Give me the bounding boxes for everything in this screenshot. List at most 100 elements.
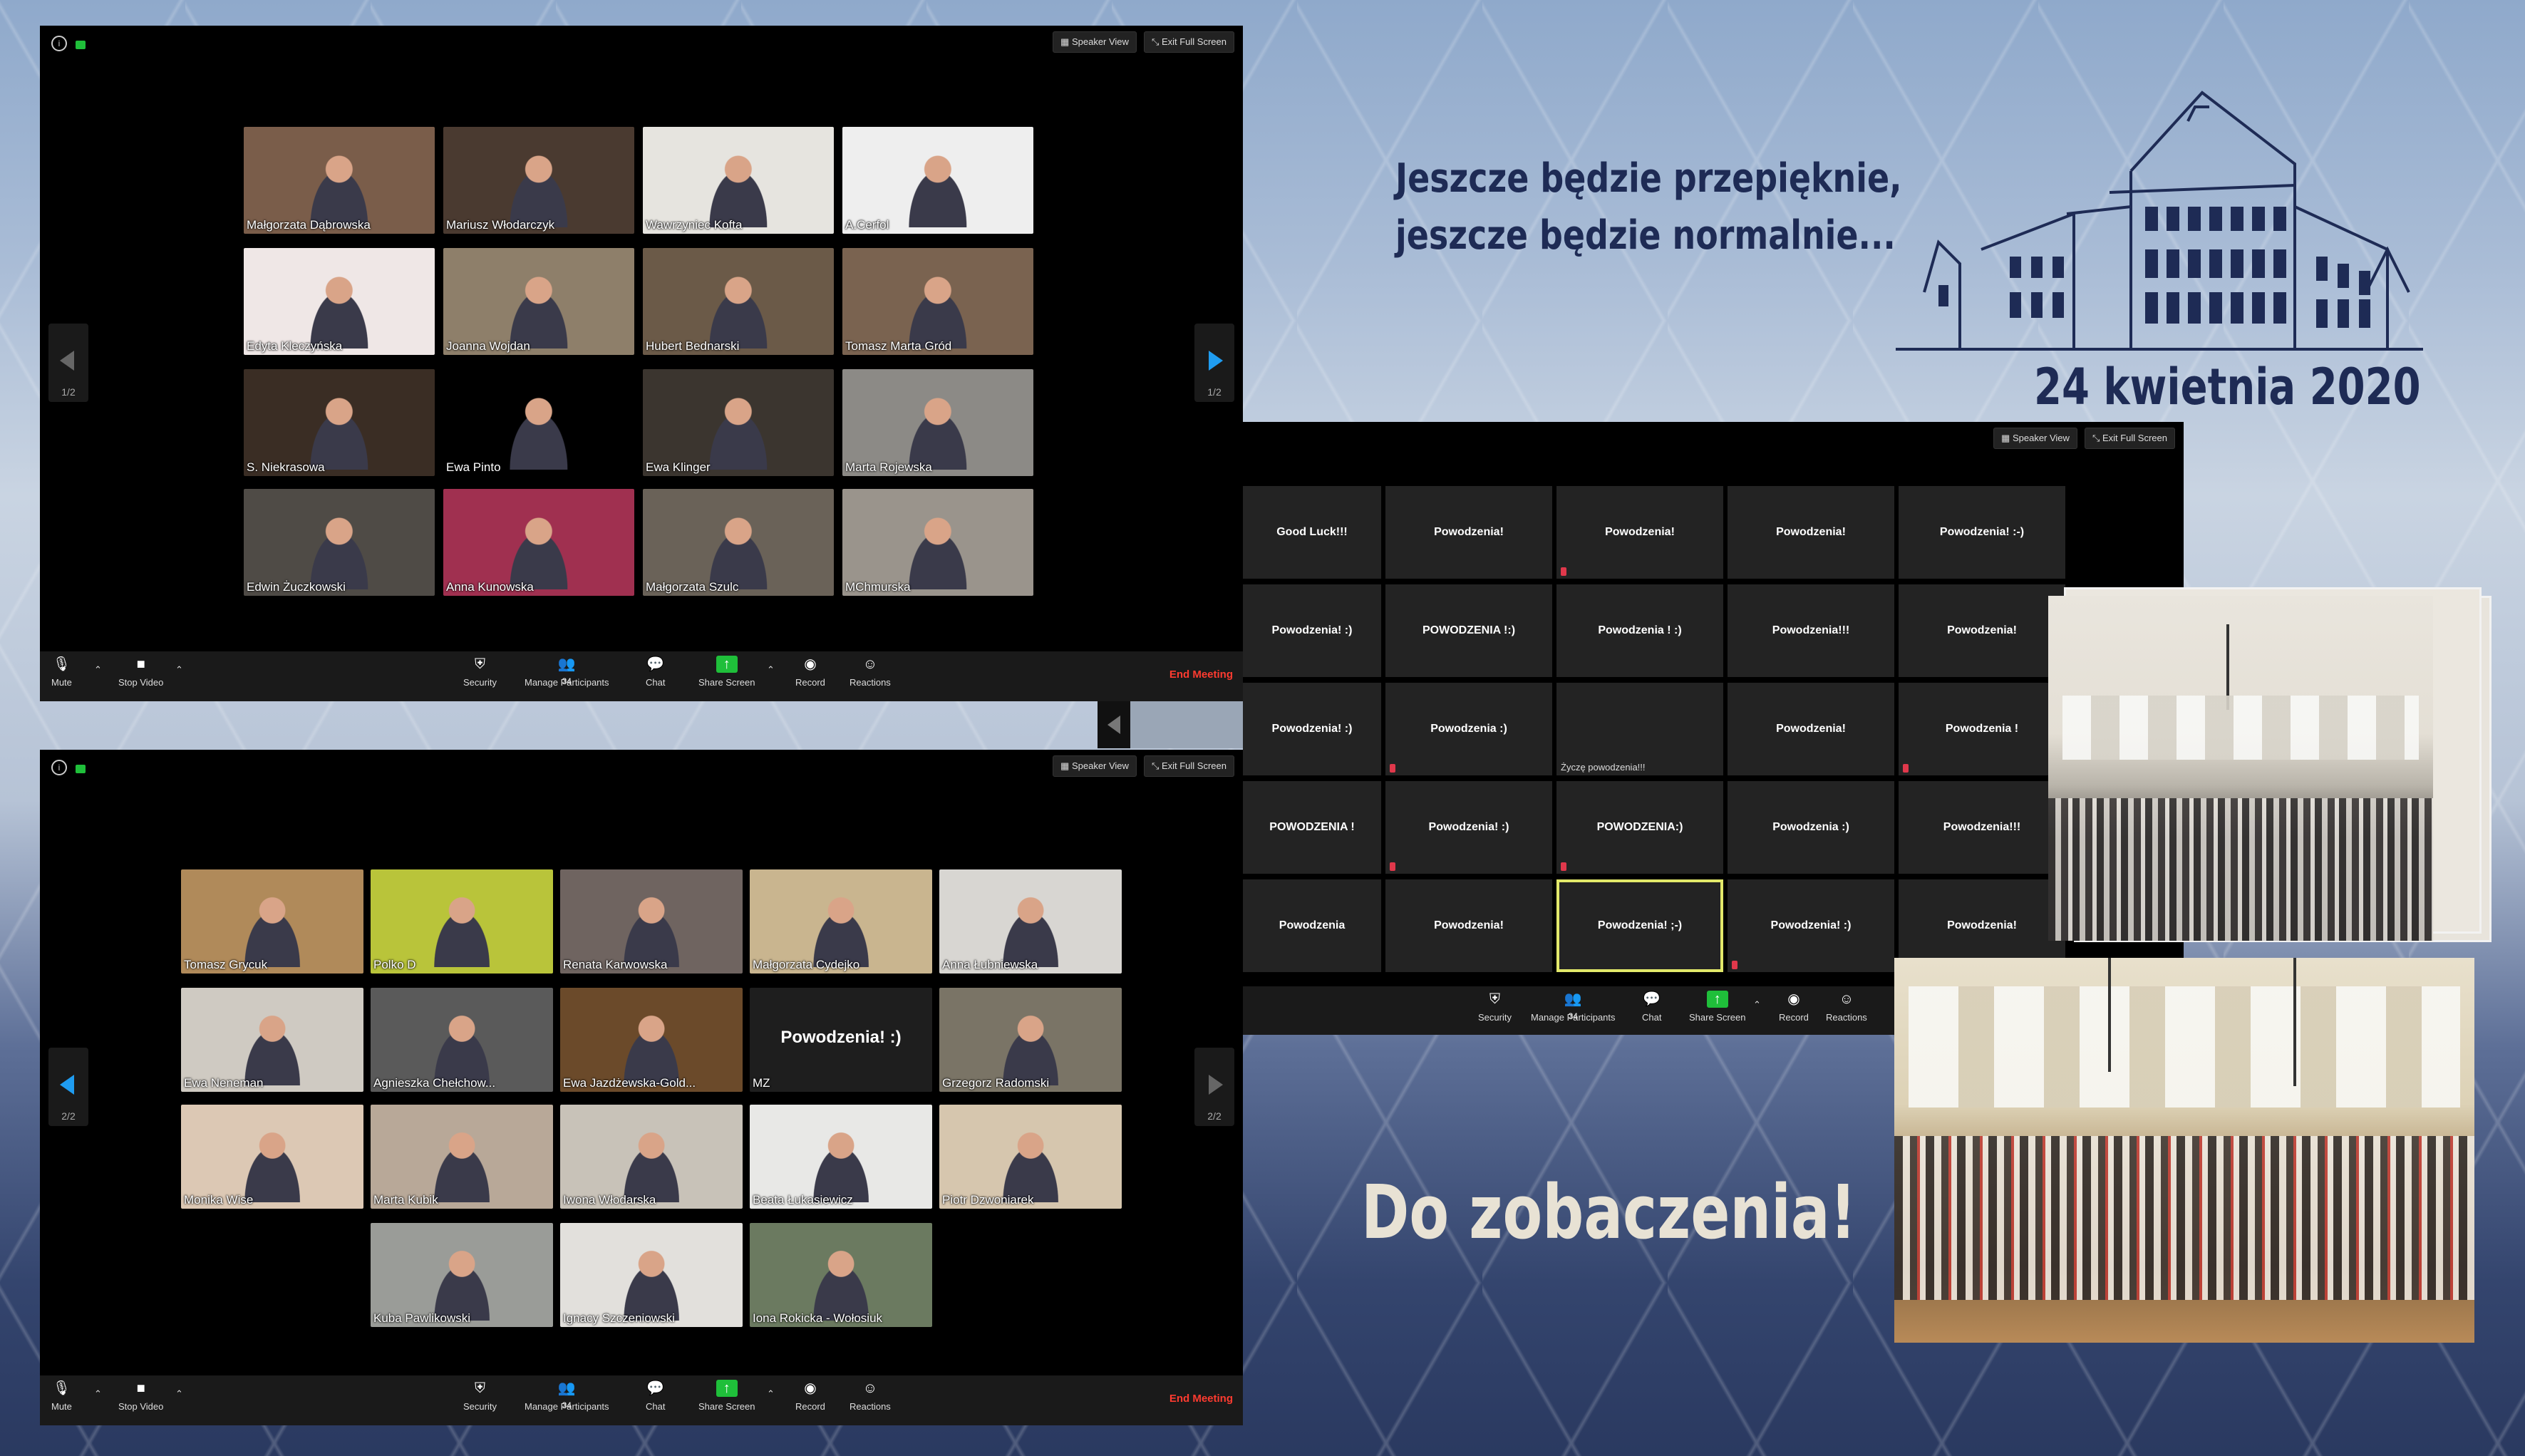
speaker-view-button[interactable]: ▦ Speaker View — [1053, 755, 1137, 777]
message-tile[interactable]: Powodzenia! — [1385, 879, 1552, 972]
reactions-button[interactable]: ☺ Reactions — [850, 1380, 891, 1412]
prev-page-button[interactable]: 2/2 — [48, 1048, 88, 1126]
video-tile[interactable]: Ignacy Szczeniowski — [560, 1223, 743, 1327]
video-tile[interactable]: Agnieszka Chełchow... — [371, 988, 553, 1092]
lock-icon[interactable] — [76, 765, 86, 773]
video-tile[interactable]: Ewa Pinto — [443, 369, 634, 476]
message-tile[interactable]: Powodzenia ! — [1899, 683, 2065, 775]
reactions-button[interactable]: ☺ Reactions — [1826, 991, 1867, 1023]
video-tile[interactable]: Anna Kunowska — [443, 489, 634, 596]
message-tile[interactable]: Życzę powodzenia!!! — [1556, 683, 1723, 775]
video-tile[interactable]: Kuba Pawlikowski — [371, 1223, 553, 1327]
message-tile[interactable]: Powodzenia!!! — [1728, 584, 1894, 677]
message-tile[interactable]: Powodzenia :) — [1728, 781, 1894, 874]
exit-fullscreen-button[interactable]: ⤡ Exit Full Screen — [2084, 428, 2175, 449]
audio-options-caret[interactable]: ⌃ — [94, 1388, 102, 1400]
video-tile[interactable]: S. Niekrasowa — [244, 369, 435, 476]
share-options-caret[interactable]: ⌃ — [767, 664, 775, 676]
stop-video-button[interactable]: ■ Stop Video — [118, 656, 163, 688]
message-tile[interactable]: Powodzenia! — [1728, 683, 1894, 775]
share-screen-button[interactable]: ↑ Share Screen — [1689, 991, 1746, 1023]
reactions-button[interactable]: ☺ Reactions — [850, 656, 891, 688]
video-tile[interactable]: Monika Wise — [181, 1105, 363, 1209]
video-tile[interactable]: Ewa Neneman — [181, 988, 363, 1092]
video-tile[interactable]: Edwin Żuczkowski — [244, 489, 435, 596]
exit-fullscreen-button[interactable]: ⤡ Exit Full Screen — [1143, 31, 1234, 53]
share-options-caret[interactable]: ⌃ — [767, 1388, 775, 1400]
record-button[interactable]: ◉ Record — [1779, 991, 1809, 1023]
video-tile[interactable]: Beata Łukasiewicz — [750, 1105, 932, 1209]
end-meeting-button[interactable]: End Meeting — [1169, 1393, 1233, 1405]
video-tile[interactable]: Grzegorz Radomski — [939, 988, 1122, 1092]
message-tile[interactable]: Powodzenia! :-) — [1899, 486, 2065, 579]
message-tile[interactable]: POWODZENIA ! — [1243, 781, 1381, 874]
message-tile[interactable]: Powodzenia! — [1728, 486, 1894, 579]
message-tile[interactable]: Powodzenia :) — [1385, 683, 1552, 775]
info-icon[interactable]: i — [51, 36, 67, 51]
video-tile[interactable]: Wawrzyniec Kofta — [643, 127, 834, 234]
security-button[interactable]: ⛨ Security — [463, 1380, 497, 1412]
message-tile[interactable]: POWODZENIA !:) — [1385, 584, 1552, 677]
mute-button[interactable]: 🎙 Mute — [51, 656, 72, 688]
speaker-view-button[interactable]: ▦ Speaker View — [1053, 31, 1137, 53]
message-tile[interactable]: Powodzenia! :) — [1728, 879, 1894, 972]
video-tile[interactable]: Ewa Jazdżewska-Gold... — [560, 988, 743, 1092]
stop-video-button[interactable]: ■ Stop Video — [118, 1380, 163, 1412]
next-page-button[interactable]: 2/2 — [1194, 1048, 1234, 1126]
speaker-view-button[interactable]: ▦ Speaker View — [1993, 428, 2077, 449]
video-tile[interactable]: Polko D — [371, 869, 553, 974]
info-icon[interactable]: i — [51, 760, 67, 775]
message-tile[interactable]: Powodzenia! :) — [1385, 781, 1552, 874]
next-page-button[interactable]: 1/2 — [1194, 324, 1234, 402]
share-screen-button[interactable]: ↑ Share Screen — [698, 656, 755, 688]
exit-fullscreen-button[interactable]: ⤡ Exit Full Screen — [1143, 755, 1234, 777]
message-tile[interactable]: Good Luck!!! — [1243, 486, 1381, 579]
message-tile[interactable]: Powodzenia! :) — [1243, 584, 1381, 677]
record-button[interactable]: ◉ Record — [795, 656, 825, 688]
video-tile[interactable]: Powodzenia! :) MZ — [750, 988, 932, 1092]
chat-button[interactable]: 💬 Chat — [646, 656, 665, 688]
collapse-arrow-button[interactable] — [1098, 701, 1130, 748]
message-tile[interactable]: Powodzenia ! :) — [1556, 584, 1723, 677]
video-tile[interactable]: Anna Łubniewska — [939, 869, 1122, 974]
video-tile[interactable]: Tomasz Marta Gród — [842, 248, 1033, 355]
video-tile[interactable]: Marta Rojewska — [842, 369, 1033, 476]
video-tile[interactable]: MChmurska — [842, 489, 1033, 596]
share-options-caret[interactable]: ⌃ — [1753, 999, 1761, 1011]
video-tile[interactable]: Ewa Klinger — [643, 369, 834, 476]
video-options-caret[interactable]: ⌃ — [175, 664, 183, 676]
record-button[interactable]: ◉ Record — [795, 1380, 825, 1412]
message-tile[interactable]: Powodzenia!!! — [1899, 781, 2065, 874]
video-tile[interactable]: Piotr Dzwoniarek — [939, 1105, 1122, 1209]
video-tile[interactable]: Edyta Kleczyńska — [244, 248, 435, 355]
audio-options-caret[interactable]: ⌃ — [94, 664, 102, 676]
video-tile[interactable]: Małgorzata Cydejko — [750, 869, 932, 974]
message-tile[interactable]: Powodzenia! — [1556, 486, 1723, 579]
share-screen-button[interactable]: ↑ Share Screen — [698, 1380, 755, 1412]
video-tile[interactable]: Mariusz Włodarczyk — [443, 127, 634, 234]
video-tile[interactable]: A.Cerfol — [842, 127, 1033, 234]
video-tile[interactable]: Joanna Wojdan — [443, 248, 634, 355]
video-tile[interactable]: Iona Rokicka - Wołosiuk — [750, 1223, 932, 1327]
video-tile[interactable]: Marta Kubik — [371, 1105, 553, 1209]
manage-participants-button[interactable]: 👥34 Manage Participants — [1531, 991, 1616, 1023]
end-meeting-button[interactable]: End Meeting — [1169, 668, 1233, 681]
manage-participants-button[interactable]: 👥34 Manage Participants — [525, 1380, 609, 1412]
message-tile[interactable]: Powodzenia! ;-) — [1556, 879, 1723, 972]
mute-button[interactable]: 🎙 Mute — [51, 1380, 72, 1412]
security-button[interactable]: ⛨ Security — [1478, 991, 1512, 1023]
video-options-caret[interactable]: ⌃ — [175, 1388, 183, 1400]
message-tile[interactable]: Powodzenia — [1243, 879, 1381, 972]
video-tile[interactable]: Tomasz Grycuk — [181, 869, 363, 974]
message-tile[interactable]: Powodzenia! :) — [1243, 683, 1381, 775]
video-tile[interactable]: Małgorzata Dąbrowska — [244, 127, 435, 234]
chat-button[interactable]: 💬 Chat — [646, 1380, 665, 1412]
prev-page-button[interactable]: 1/2 — [48, 324, 88, 402]
message-tile[interactable]: Powodzenia! — [1385, 486, 1552, 579]
manage-participants-button[interactable]: 👥34 Manage Participants — [525, 656, 609, 688]
chat-button[interactable]: 💬 Chat — [1642, 991, 1661, 1023]
lock-icon[interactable] — [76, 41, 86, 49]
message-tile[interactable]: Powodzenia! — [1899, 584, 2065, 677]
video-tile[interactable]: Małgorzata Szulc — [643, 489, 834, 596]
video-tile[interactable]: Renata Karwowska — [560, 869, 743, 974]
